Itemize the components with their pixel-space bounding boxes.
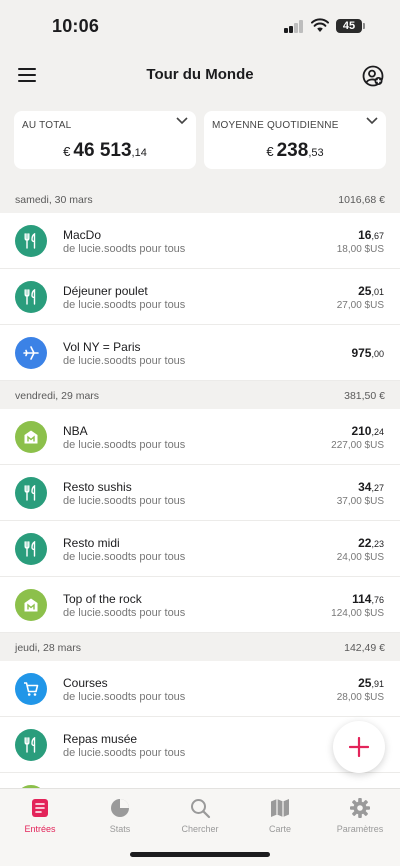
account-add-icon[interactable] (362, 65, 384, 87)
tab-settings[interactable]: Paramètres (320, 797, 400, 841)
list-item[interactable]: Vol NY = Paris de lucie.soodts pour tous… (0, 325, 400, 381)
list-item[interactable]: Top of the rock de lucie.soodts pour tou… (0, 577, 400, 633)
list-item[interactable]: Resto midi de lucie.soodts pour tous 22,… (0, 521, 400, 577)
chevron-down-icon (366, 117, 378, 125)
cutlery-icon (15, 281, 47, 313)
entry-original-amount: 18,00 $US (336, 244, 384, 255)
cutlery-icon (15, 477, 47, 509)
tab-entries[interactable]: Entrées (0, 797, 80, 841)
tab-label: Entrées (24, 824, 56, 834)
page-title: Tour du Monde (146, 66, 254, 83)
entry-original-amount: 27,00 $US (336, 300, 384, 311)
entry-name: Repas musée (63, 732, 138, 746)
status-bar: 10:06 45 (0, 0, 400, 54)
entry-subtitle: de lucie.soodts pour tous (63, 355, 186, 367)
tab-stats[interactable]: Stats (80, 797, 160, 841)
tab-label: Carte (268, 824, 291, 834)
airplane-icon (15, 337, 47, 369)
battery-icon: 45 (336, 19, 365, 33)
entry-original-amount: 24,00 $US (336, 552, 384, 563)
total-value: €46 513,14 (63, 140, 147, 161)
entry-name: Resto sushis (63, 480, 132, 494)
top-bar: Tour du Monde (0, 56, 400, 96)
entry-original-amount: 124,00 $US (331, 608, 384, 619)
total-label: AU TOTAL (22, 120, 72, 131)
list-item[interactable]: MacDo de lucie.soodts pour tous 16,67 18… (0, 213, 400, 269)
entry-amount: 16,67 (358, 228, 384, 242)
day-total: 142,49 € (344, 642, 385, 654)
entry-subtitle: de lucie.soodts pour tous (63, 691, 186, 703)
day-header: samedi, 30 mars 1016,68 € (0, 185, 400, 213)
list-item[interactable]: NBA de lucie.soodts pour tous 210,24 227… (0, 409, 400, 465)
gear-icon (350, 798, 370, 818)
entry-amount: 34,27 (358, 480, 384, 494)
total-card[interactable]: AU TOTAL €46 513,14 (14, 111, 196, 169)
museum-icon (15, 421, 47, 453)
entry-subtitle: de lucie.soodts pour tous (63, 607, 186, 619)
entry-name: Courses (63, 676, 108, 690)
entry-name: Top of the rock (63, 592, 142, 606)
entry-amount: 210,24 (351, 424, 384, 438)
tab-label: Chercher (181, 824, 219, 834)
map-icon (271, 799, 289, 817)
plus-icon (349, 737, 369, 757)
add-entry-button[interactable] (333, 721, 385, 773)
entry-name: Resto midi (63, 536, 120, 550)
entry-subtitle: de lucie.soodts pour tous (63, 495, 186, 507)
entry-amount: 25,01 (358, 284, 384, 298)
entry-amount: 114,76 (352, 592, 384, 606)
summary-cards: AU TOTAL €46 513,14 MOYENNE QUOTIDIENNE … (14, 111, 386, 169)
entry-subtitle: de lucie.soodts pour tous (63, 299, 186, 311)
pie-chart-icon (111, 799, 129, 817)
home-indicator (130, 852, 270, 857)
list-item[interactable]: Resto sushis de lucie.soodts pour tous 3… (0, 465, 400, 521)
museum-icon (15, 589, 47, 621)
entry-name: Vol NY = Paris (63, 340, 141, 354)
day-date: jeudi, 28 mars (15, 642, 81, 654)
chevron-down-icon (176, 117, 188, 125)
status-time: 10:06 (52, 16, 100, 36)
tab-label: Stats (109, 824, 131, 834)
day-header: vendredi, 29 mars 381,50 € (0, 381, 400, 409)
entry-original-amount: 37,00 $US (336, 496, 384, 507)
entry-subtitle: de lucie.soodts pour tous (63, 243, 186, 255)
daily-average-card[interactable]: MOYENNE QUOTIDIENNE €238,53 (204, 111, 386, 169)
tab-label: Paramètres (336, 824, 384, 834)
tab-map[interactable]: Carte (240, 797, 320, 841)
entry-name: Déjeuner poulet (63, 284, 148, 298)
wifi-icon (311, 18, 329, 32)
entry-amount: 25,91 (358, 676, 384, 690)
entry-name: MacDo (63, 228, 102, 242)
cutlery-icon (15, 729, 47, 761)
day-date: samedi, 30 mars (15, 194, 93, 206)
cellular-signal-icon (284, 20, 304, 33)
list-item[interactable]: Courses de lucie.soodts pour tous 25,91 … (0, 661, 400, 717)
daily-average-label: MOYENNE QUOTIDIENNE (212, 120, 339, 131)
tab-search[interactable]: Chercher (160, 797, 240, 841)
day-date: vendredi, 29 mars (15, 390, 100, 402)
daily-average-value: €238,53 (266, 140, 324, 161)
day-header: jeudi, 28 mars 142,49 € (0, 633, 400, 661)
cutlery-icon (15, 225, 47, 257)
entry-subtitle: de lucie.soodts pour tous (63, 747, 186, 759)
entry-subtitle: de lucie.soodts pour tous (63, 439, 186, 451)
entry-amount: 22,23 (358, 536, 384, 550)
cart-icon (15, 673, 47, 705)
cutlery-icon (15, 533, 47, 565)
day-total: 381,50 € (344, 390, 385, 402)
day-total: 1016,68 € (338, 194, 385, 206)
list-item[interactable]: Déjeuner poulet de lucie.soodts pour tou… (0, 269, 400, 325)
entry-original-amount: 28,00 $US (336, 692, 384, 703)
entry-subtitle: de lucie.soodts pour tous (63, 551, 186, 563)
entries-icon (32, 799, 48, 817)
entry-amount: 975,00 (351, 346, 384, 360)
entry-name: NBA (63, 424, 88, 438)
entry-original-amount: 227,00 $US (331, 440, 384, 451)
search-icon (191, 799, 211, 819)
